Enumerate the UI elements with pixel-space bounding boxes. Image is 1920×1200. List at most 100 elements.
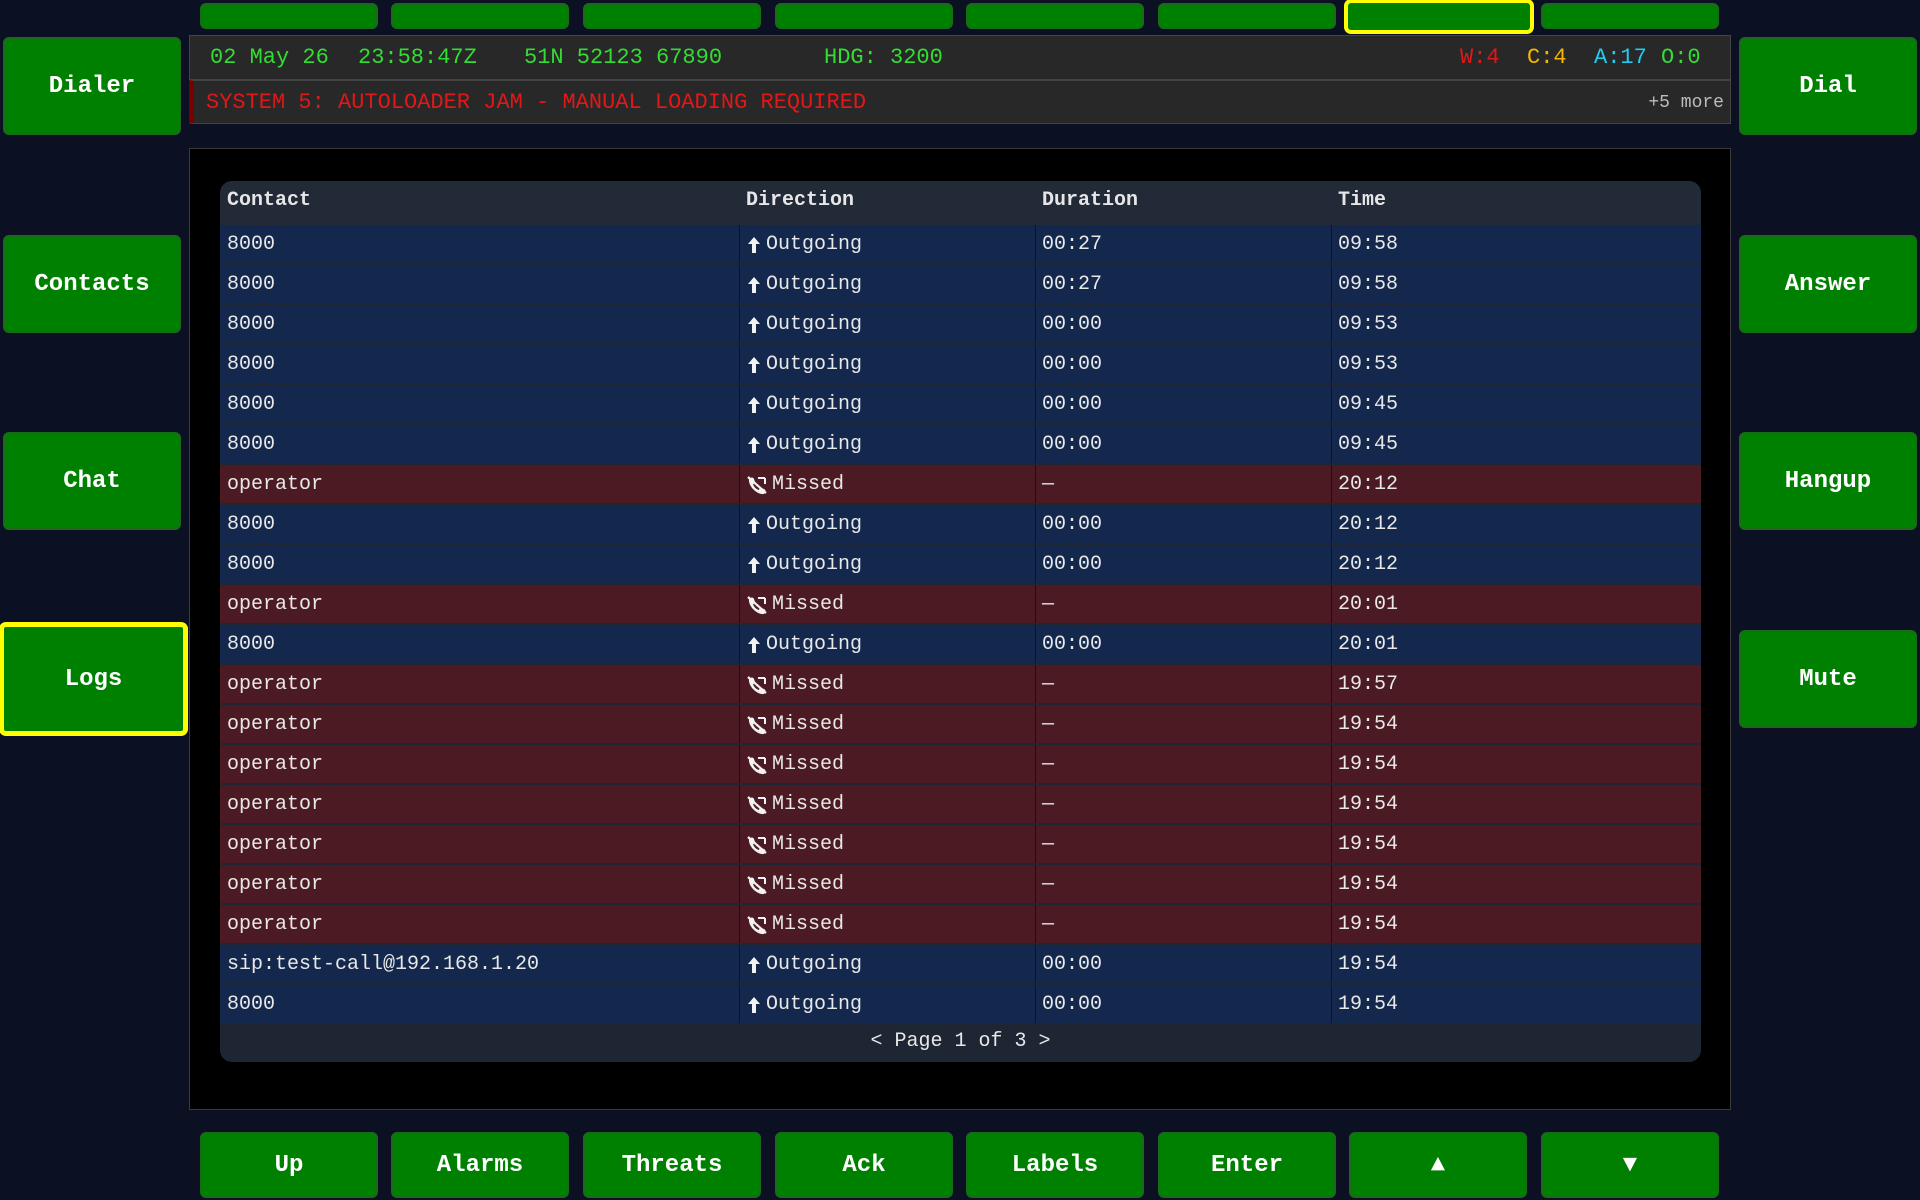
direction-label: Outgoing (766, 273, 863, 296)
cell-duration: 00:27 (1042, 233, 1103, 256)
table-row[interactable]: 8000 Outgoing 00:00 20:12 (220, 545, 1701, 583)
table-row[interactable]: operator Missed — 19:54 (220, 905, 1701, 943)
cell-time: 09:45 (1338, 433, 1399, 456)
missed-call-icon (746, 795, 772, 815)
scroll-up-button[interactable]: ▲ (1349, 1132, 1527, 1198)
table-row[interactable]: 8000 Outgoing 00:00 09:45 (220, 385, 1701, 423)
cell-contact: 8000 (227, 433, 276, 456)
cell-time: 09:45 (1338, 393, 1399, 416)
cell-time: 09:53 (1338, 313, 1399, 336)
table-row[interactable]: 8000 Outgoing 00:00 09:53 (220, 345, 1701, 383)
table-row[interactable]: operator Missed — 19:57 (220, 665, 1701, 703)
table-row[interactable]: operator Missed — 19:54 (220, 745, 1701, 783)
cell-duration: 00:00 (1042, 513, 1103, 536)
cell-direction: Outgoing (746, 425, 862, 465)
cell-contact: operator (227, 473, 324, 496)
missed-call-icon (746, 755, 772, 775)
cell-duration: 00:00 (1042, 953, 1103, 976)
cell-duration: — (1042, 913, 1055, 936)
table-row[interactable]: 8000 Outgoing 00:00 20:01 (220, 625, 1701, 663)
dial-button[interactable]: Dial (1739, 37, 1917, 135)
mute-button[interactable]: Mute (1739, 630, 1917, 728)
scroll-down-button[interactable]: ▼ (1541, 1132, 1719, 1198)
cell-direction: Missed (746, 865, 844, 905)
cell-time: 20:12 (1338, 473, 1399, 496)
cell-direction: Missed (746, 905, 844, 945)
top-softkey-5[interactable] (966, 3, 1144, 29)
cell-direction: Outgoing (746, 505, 862, 545)
enter-button[interactable]: Enter (1158, 1132, 1336, 1198)
up-button[interactable]: Up (200, 1132, 378, 1198)
logs-button[interactable]: Logs (0, 623, 187, 735)
answer-button[interactable]: Answer (1739, 235, 1917, 333)
cell-contact: 8000 (227, 633, 276, 656)
status-date: 02 May 26 (210, 45, 329, 70)
table-row[interactable]: operator Missed — 20:01 (220, 585, 1701, 623)
cell-duration: — (1042, 873, 1055, 896)
table-row[interactable]: operator Missed — 19:54 (220, 825, 1701, 863)
table-row[interactable]: 8000 Outgoing 00:27 09:58 (220, 225, 1701, 263)
alert-banner[interactable]: SYSTEM 5: AUTOLOADER JAM - MANUAL LOADIN… (189, 80, 1731, 124)
cell-time: 19:54 (1338, 793, 1399, 816)
cell-direction: Outgoing (746, 225, 862, 265)
cell-time: 19:57 (1338, 673, 1399, 696)
cell-duration: — (1042, 473, 1055, 496)
cell-time: 20:01 (1338, 633, 1399, 656)
cell-contact: 8000 (227, 353, 276, 376)
missed-call-icon (746, 835, 772, 855)
arrow-up-icon (746, 995, 766, 1015)
top-softkey-6[interactable] (1158, 3, 1336, 29)
arrow-up-icon (746, 395, 766, 415)
dialer-button[interactable]: Dialer (3, 37, 181, 135)
cell-time: 20:12 (1338, 553, 1399, 576)
cell-contact: operator (227, 913, 324, 936)
contacts-button[interactable]: Contacts (3, 235, 181, 333)
cell-duration: — (1042, 713, 1055, 736)
top-softkey-7[interactable] (1345, 0, 1533, 33)
labels-button[interactable]: Labels (966, 1132, 1144, 1198)
top-softkey-4[interactable] (775, 3, 953, 29)
direction-label: Outgoing (766, 393, 863, 416)
top-softkey-3[interactable] (583, 3, 761, 29)
top-softkey-2[interactable] (391, 3, 569, 29)
table-row[interactable]: operator Missed — 19:54 (220, 785, 1701, 823)
table-row[interactable]: 8000 Outgoing 00:27 09:58 (220, 265, 1701, 303)
arrow-up-icon (746, 315, 766, 335)
cell-time: 20:01 (1338, 593, 1399, 616)
cell-duration: 00:00 (1042, 393, 1103, 416)
table-row[interactable]: 8000 Outgoing 00:00 09:53 (220, 305, 1701, 343)
cell-contact: 8000 (227, 993, 276, 1016)
table-row[interactable]: operator Missed — 19:54 (220, 705, 1701, 743)
top-softkey-1[interactable] (200, 3, 378, 29)
cell-direction: Outgoing (746, 345, 862, 385)
top-softkey-8[interactable] (1541, 3, 1719, 29)
table-row[interactable]: operator Missed — 20:12 (220, 465, 1701, 503)
direction-label: Outgoing (766, 513, 863, 536)
missed-call-icon (746, 595, 772, 615)
cell-direction: Missed (746, 665, 844, 705)
table-row[interactable]: operator Missed — 19:54 (220, 865, 1701, 903)
direction-label: Outgoing (766, 553, 863, 576)
alarms-button[interactable]: Alarms (391, 1132, 569, 1198)
pagination[interactable]: < Page 1 of 3 > (220, 1022, 1701, 1062)
cell-direction: Outgoing (746, 985, 862, 1025)
cell-contact: operator (227, 793, 324, 816)
cell-contact: operator (227, 873, 324, 896)
direction-label: Missed (772, 593, 845, 616)
status-position: 51N 52123 67890 (524, 45, 723, 70)
direction-label: Outgoing (766, 953, 863, 976)
missed-call-icon (746, 715, 772, 735)
alert-more-count[interactable]: +5 more (1648, 93, 1724, 113)
cell-contact: 8000 (227, 513, 276, 536)
table-row[interactable]: sip:test-call@192.168.1.20 Outgoing 00:00 1… (220, 945, 1701, 983)
ack-button[interactable]: Ack (775, 1132, 953, 1198)
chat-button[interactable]: Chat (3, 432, 181, 530)
cell-duration: 00:00 (1042, 633, 1103, 656)
cell-direction: Missed (746, 705, 844, 745)
table-row[interactable]: 8000 Outgoing 00:00 09:45 (220, 425, 1701, 463)
table-row[interactable]: 8000 Outgoing 00:00 20:12 (220, 505, 1701, 543)
table-row[interactable]: 8000 Outgoing 00:00 19:54 (220, 985, 1701, 1023)
hangup-button[interactable]: Hangup (1739, 432, 1917, 530)
status-heading: HDG: 3200 (824, 45, 943, 70)
threats-button[interactable]: Threats (583, 1132, 761, 1198)
